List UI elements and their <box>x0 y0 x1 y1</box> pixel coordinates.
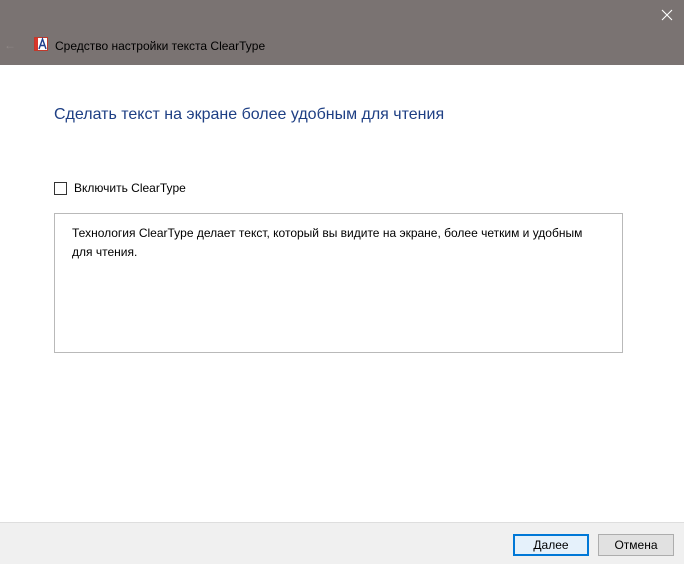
page-heading: Сделать текст на экране более удобным дл… <box>54 106 445 123</box>
window-title: Средство настройки текста ClearType <box>55 39 266 53</box>
close-icon <box>661 9 673 21</box>
enable-cleartype-label[interactable]: Включить ClearType <box>74 180 186 196</box>
description-box: Технология ClearType делает текст, котор… <box>54 213 623 353</box>
close-button[interactable] <box>650 0 684 30</box>
footer-bar: Далее Отмена <box>0 522 684 564</box>
cleartype-app-icon <box>34 37 48 51</box>
back-arrow-icon[interactable]: ← <box>4 38 16 52</box>
next-button[interactable]: Далее <box>513 534 589 556</box>
enable-cleartype-checkbox-row[interactable]: Включить ClearType <box>54 180 186 196</box>
cancel-button[interactable]: Отмена <box>598 534 674 556</box>
title-bar: ← Средство настройки текста ClearType <box>0 0 684 65</box>
description-text: Технология ClearType делает текст, котор… <box>72 226 583 259</box>
enable-cleartype-checkbox[interactable] <box>54 181 67 195</box>
